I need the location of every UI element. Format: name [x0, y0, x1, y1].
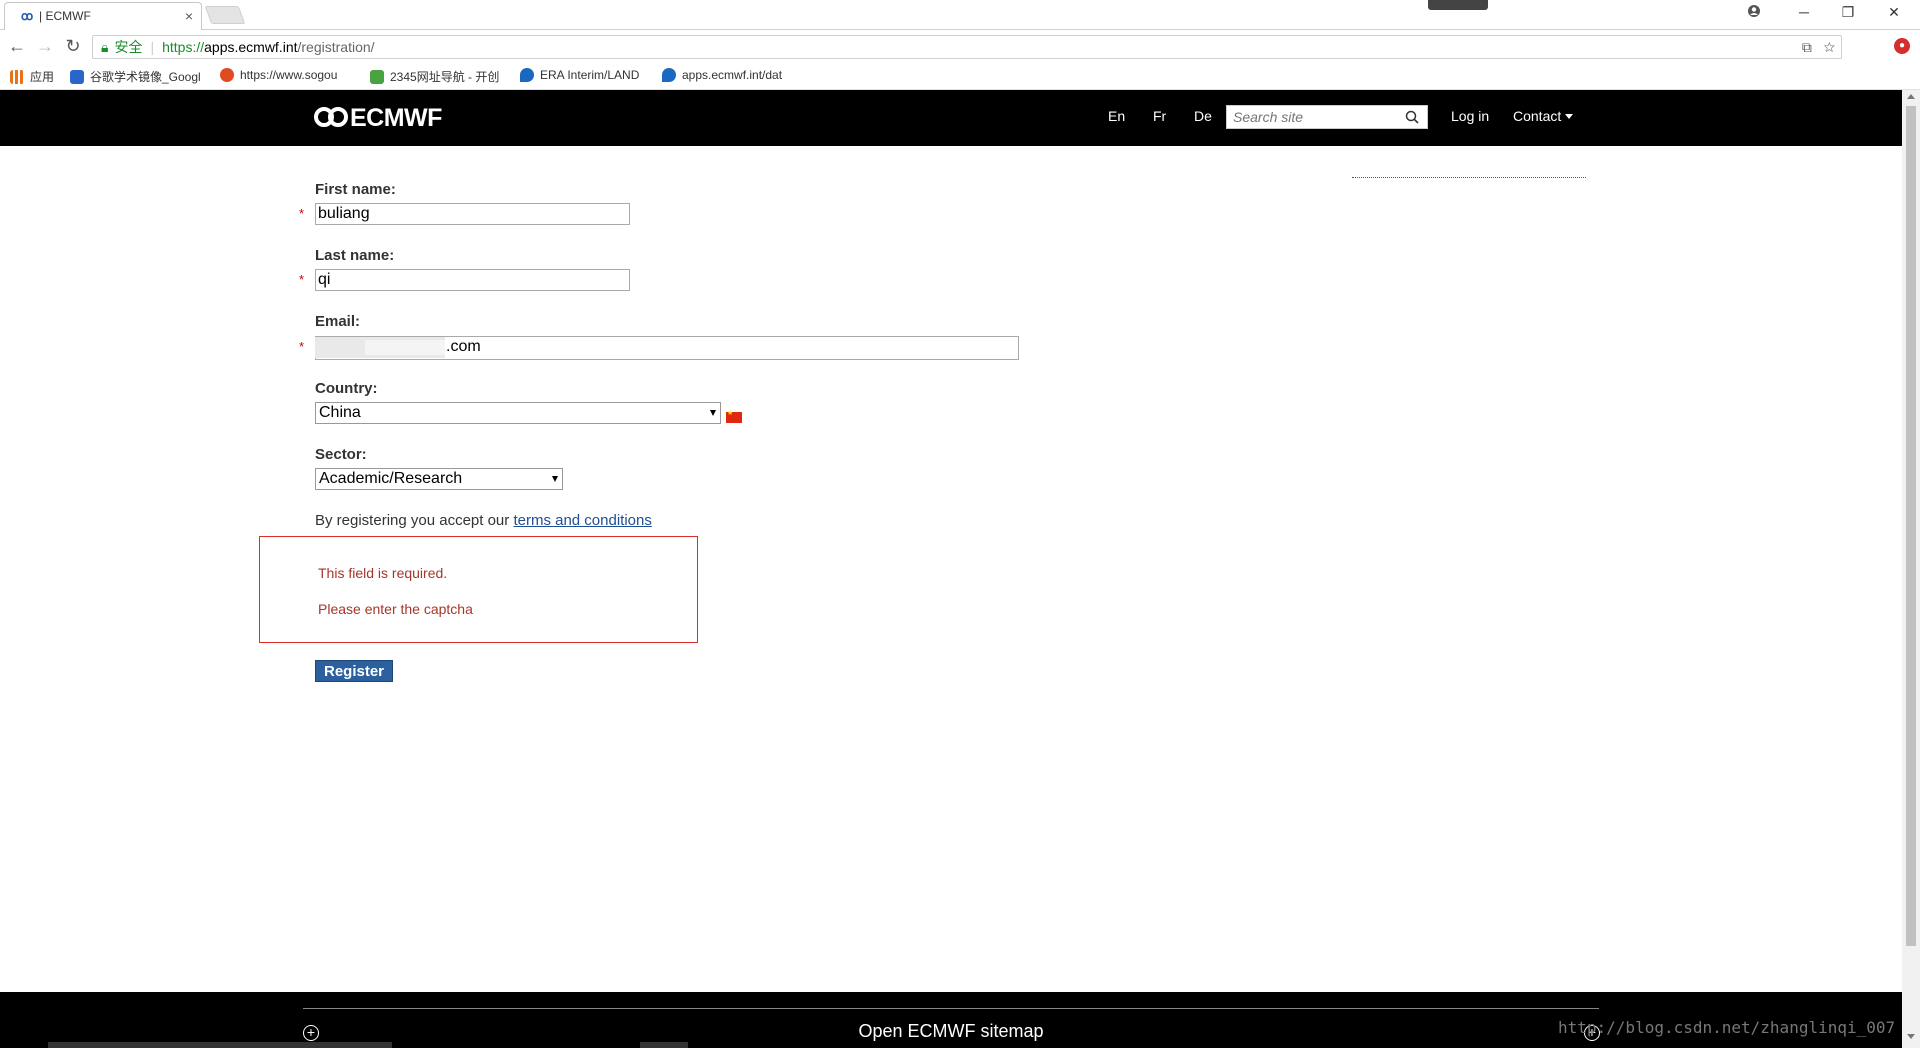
sidebar-divider [1352, 177, 1586, 178]
ecmwf-logo-icon [314, 107, 348, 127]
search-icon[interactable] [1405, 110, 1419, 124]
last-name-field[interactable] [315, 269, 630, 291]
secure-label: 安全 [114, 39, 143, 55]
terms-link[interactable]: terms and conditions [513, 512, 651, 529]
drupal-drop-icon [662, 68, 676, 82]
forward-icon[interactable]: → [34, 36, 56, 57]
bookmark-item[interactable]: 2345网址导航 - 开创 [370, 68, 504, 85]
first-name-field[interactable] [315, 203, 630, 225]
site-header: ECMWF En Fr De Log in Contact [0, 90, 1902, 146]
email-value: .com [446, 338, 481, 355]
address-bar-row: ← → ↻ 🔒︎ 安全 | https://apps.ecmwf.int/regist… [0, 30, 1920, 64]
dropdown-arrow-icon [552, 476, 558, 482]
browser-tab-bar: ꝏ | ECMWF × ─ ❐ ✕ [0, 0, 1920, 30]
lock-icon: 🔒︎ [101, 39, 109, 55]
bookmark-item[interactable]: apps.ecmwf.int/dat [662, 68, 802, 82]
sector-selected-value: Academic/Research [319, 470, 463, 487]
lang-de-link[interactable]: De [1194, 108, 1212, 124]
last-name-label: Last name: [315, 247, 395, 264]
tab-close-icon[interactable]: × [185, 8, 193, 24]
bookmark-item[interactable]: 谷歌学术镜像_Googl [70, 68, 204, 85]
browser-tab[interactable]: ꝏ | ECMWF × [4, 2, 202, 30]
restore-icon[interactable]: ❐ [1838, 4, 1858, 21]
error-message-box: This field is required. Please enter the… [259, 536, 698, 643]
footer-tab [48, 1042, 392, 1048]
lang-fr-link[interactable]: Fr [1153, 108, 1166, 124]
required-mark: * [299, 206, 305, 221]
url-path: /registration/ [297, 39, 375, 55]
sector-label: Sector: [315, 446, 367, 463]
bookmark-item[interactable]: https://www.sogou [220, 68, 354, 82]
required-mark: * [299, 339, 305, 354]
error-message: This field is required. [318, 565, 448, 581]
bookmark-star-icon[interactable]: ☆ [1824, 39, 1835, 55]
new-tab-button[interactable] [204, 6, 246, 24]
house-icon [370, 70, 384, 84]
china-flag-icon: ★ [726, 410, 742, 423]
extension-icon[interactable]: ● [1894, 38, 1910, 54]
required-mark: * [299, 272, 305, 287]
register-button[interactable]: Register [315, 660, 394, 682]
window-close-icon[interactable]: ✕ [1884, 4, 1904, 21]
watermark-text: http://blog.csdn.net/zhanglinqi_007 [1558, 1018, 1896, 1037]
ecmwf-favicon-icon: ꝏ [21, 9, 34, 23]
footer-tab [640, 1042, 688, 1048]
email-label: Email: [315, 313, 361, 330]
login-link[interactable]: Log in [1451, 108, 1489, 124]
terms-text: By registering you accept our terms and … [315, 512, 652, 529]
omnibox-actions: ⧉ ☆ [1802, 36, 1835, 58]
ecmwf-logo[interactable]: ECMWF [314, 104, 442, 133]
drupal-drop-icon [520, 68, 534, 82]
chevron-down-icon [1565, 114, 1574, 119]
country-label: Country: [315, 380, 378, 397]
contact-menu[interactable]: Contact [1513, 108, 1574, 124]
scroll-up-icon[interactable] [1907, 94, 1915, 99]
url-scheme: https:// [162, 39, 205, 55]
separator: | [150, 39, 155, 55]
scroll-down-icon[interactable] [1907, 1034, 1915, 1039]
search-input[interactable] [1227, 106, 1397, 128]
bookmark-item[interactable]: 应用 [10, 68, 60, 85]
url-host: apps.ecmwf.int [204, 39, 298, 55]
minimize-icon[interactable]: ─ [1794, 4, 1814, 20]
profile-icon[interactable] [1744, 4, 1764, 21]
page-scrollbar[interactable] [1902, 90, 1920, 1048]
window-badge [1428, 0, 1488, 10]
country-select[interactable]: China [315, 402, 721, 424]
search-box [1226, 105, 1428, 129]
google-scholar-icon [70, 70, 84, 84]
back-icon[interactable]: ← [6, 36, 28, 57]
error-message: Please enter the captcha [318, 601, 473, 617]
scroll-thumb[interactable] [1906, 106, 1916, 946]
dropdown-arrow-icon [710, 410, 716, 416]
url-bar[interactable]: 🔒︎ 安全 | https://apps.ecmwf.int/registration… [92, 35, 1842, 59]
translate-icon[interactable]: ⧉ [1802, 39, 1812, 55]
footer-divider [303, 1008, 1599, 1009]
sector-select[interactable]: Academic/Research [315, 468, 563, 490]
bookmark-item[interactable]: ERA Interim/LAND [520, 68, 654, 82]
bookmarks-bar: 应用 谷歌学术镜像_Googl https://www.sogou 2345网址… [0, 64, 1920, 90]
lang-en-link[interactable]: En [1108, 108, 1125, 124]
apps-grid-icon [10, 70, 24, 84]
tab-title: | ECMWF [39, 9, 91, 23]
first-name-label: First name: [315, 181, 396, 198]
country-selected-value: China [319, 404, 361, 421]
sogou-icon [220, 68, 234, 82]
email-redaction [365, 340, 445, 355]
reload-icon[interactable]: ↻ [62, 36, 84, 57]
